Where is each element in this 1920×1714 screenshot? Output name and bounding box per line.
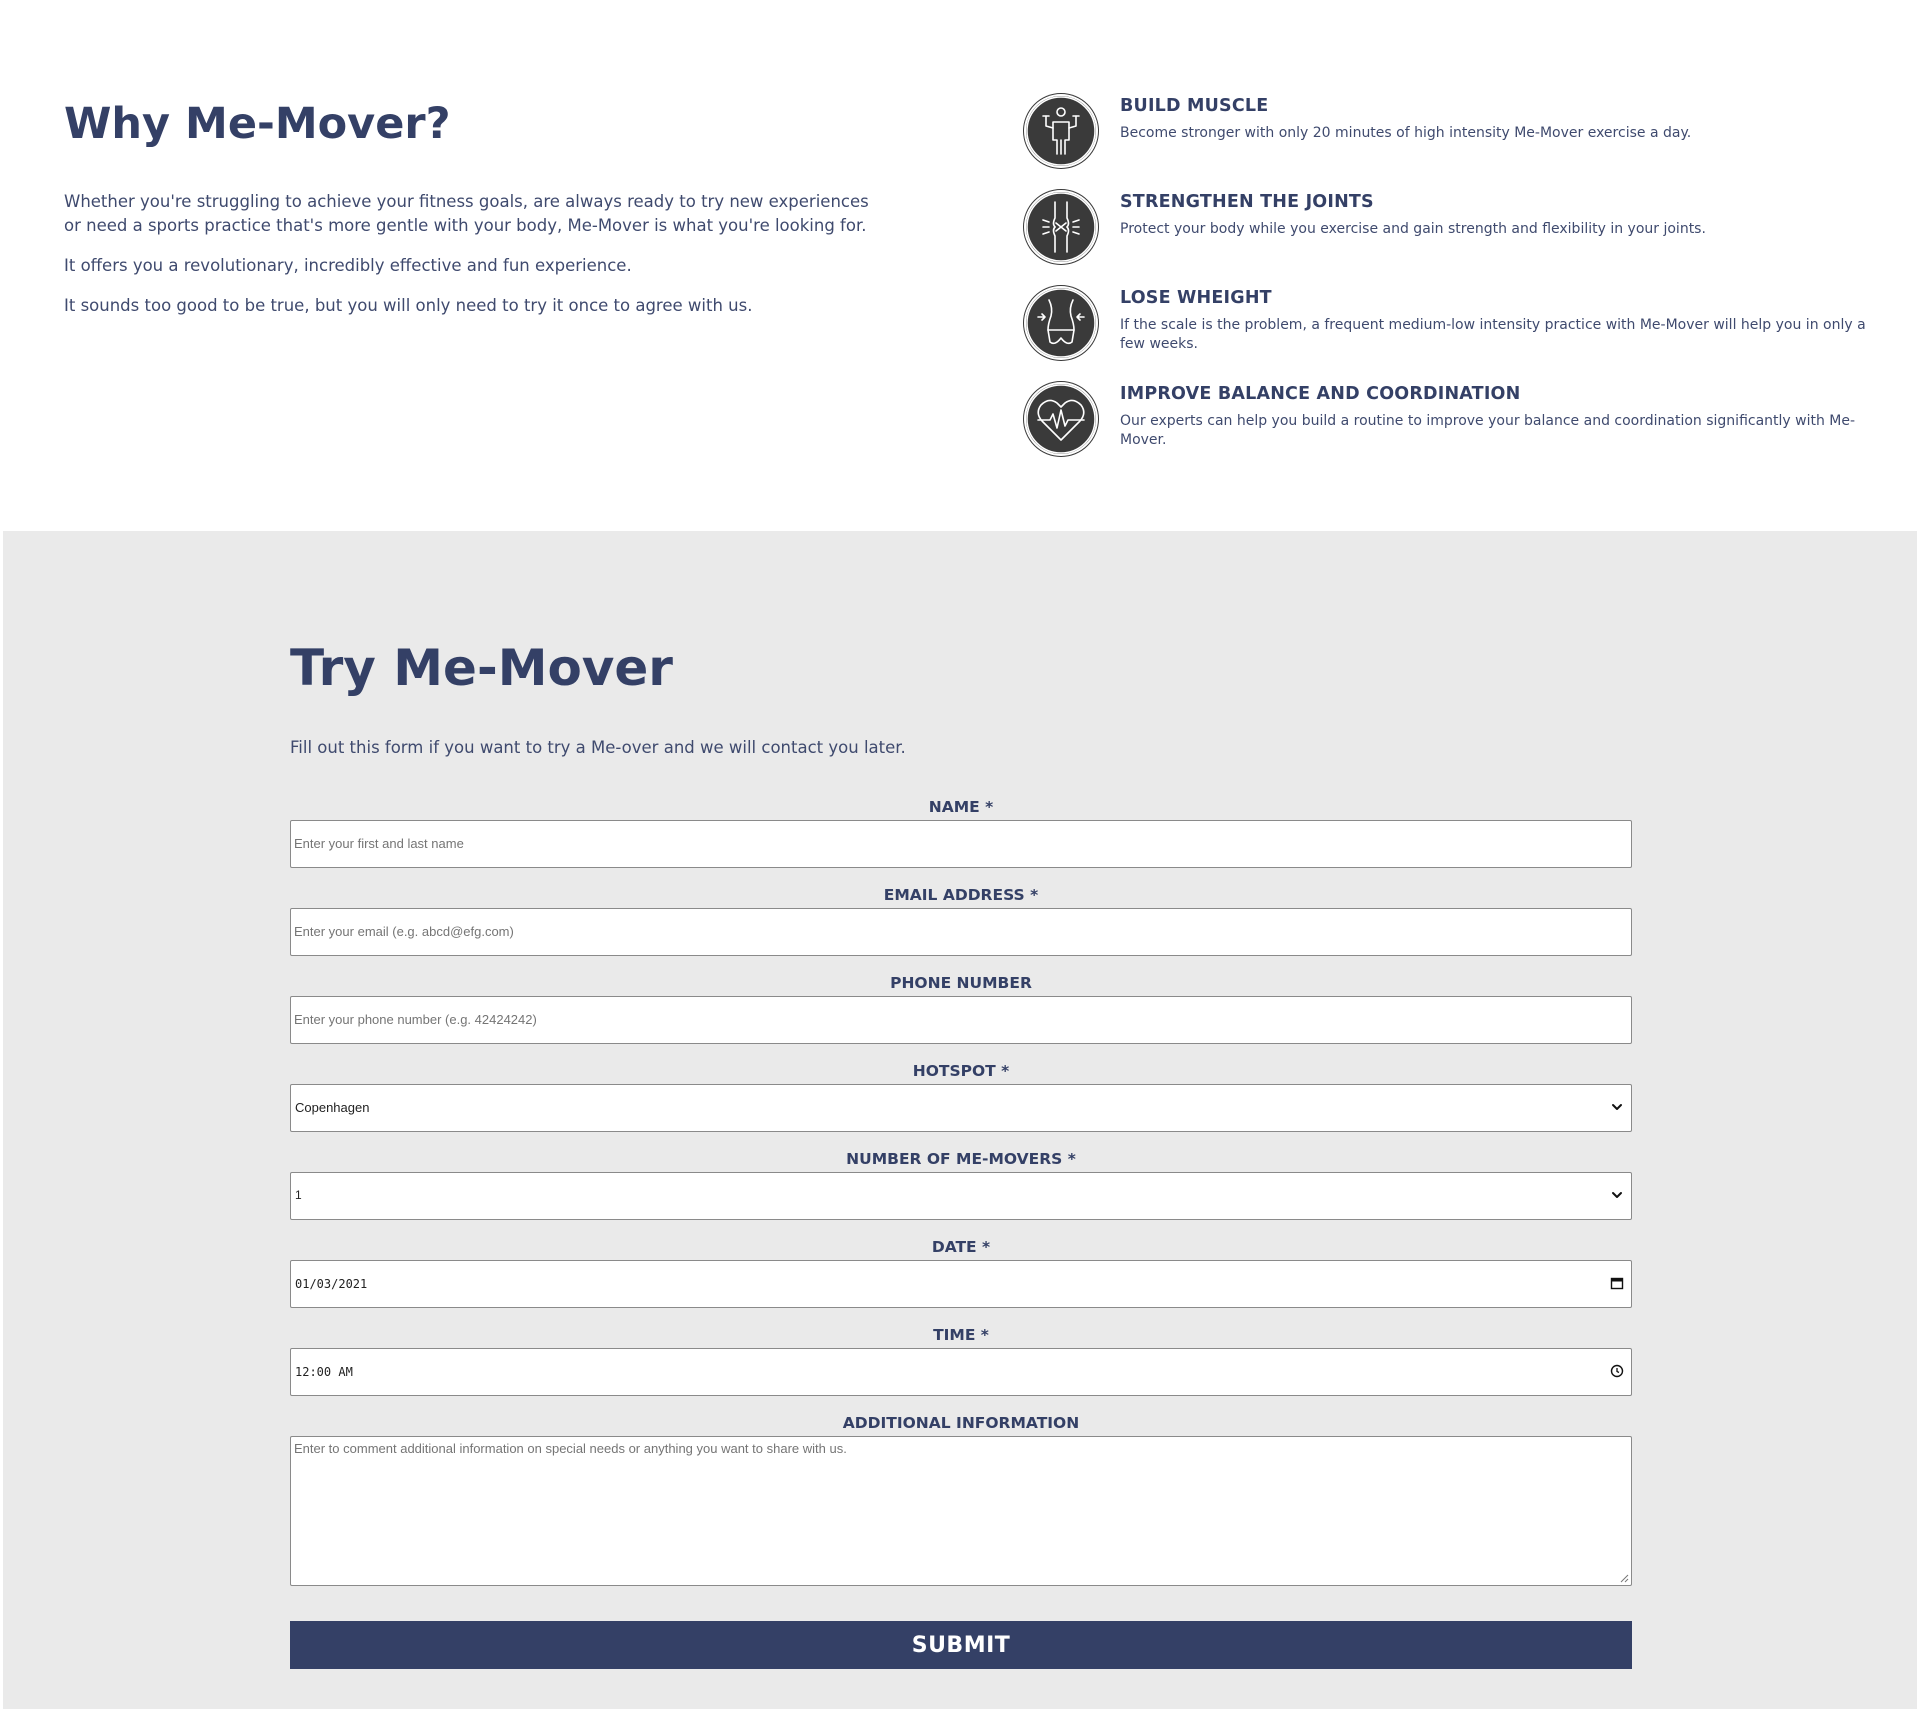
heart-pulse-icon: [1024, 382, 1098, 456]
feature-item: IMPROVE BALANCE AND COORDINATION Our exp…: [1024, 382, 1884, 478]
email-input[interactable]: Enter your email (e.g. abcd@efg.com): [290, 908, 1632, 956]
feature-item: LOSE WHEIGHT If the scale is the problem…: [1024, 286, 1884, 382]
feature-item: STRENGTHEN THE JOINTS Protect your body …: [1024, 190, 1884, 286]
feature-description: If the scale is the problem, a frequent …: [1120, 317, 1866, 352]
name-placeholder: Enter your first and last name: [294, 836, 464, 851]
submit-button[interactable]: SUBMIT: [290, 1621, 1632, 1669]
info-textarea[interactable]: Enter to comment additional information …: [290, 1436, 1632, 1586]
why-section: Why Me-Mover? Whether you're struggling …: [0, 0, 1920, 530]
date-label: DATE *: [931, 1238, 991, 1256]
info-label: ADDITIONAL INFORMATION: [842, 1414, 1080, 1432]
feature-title: BUILD MUSCLE: [1120, 96, 1269, 116]
joint-icon: [1024, 190, 1098, 264]
feature-item: BUILD MUSCLE Become stronger with only 2…: [1024, 94, 1884, 190]
email-placeholder: Enter your email (e.g. abcd@efg.com): [294, 924, 514, 939]
feature-title: LOSE WHEIGHT: [1120, 288, 1272, 308]
chevron-down-icon: [1612, 1104, 1622, 1110]
form-title: Try Me-Mover: [290, 639, 673, 697]
email-label: EMAIL ADDRESS *: [883, 886, 1039, 904]
name-label: NAME *: [928, 798, 994, 816]
date-value: 01/03/2021: [295, 1277, 368, 1291]
feature-title: IMPROVE BALANCE AND COORDINATION: [1120, 384, 1521, 404]
time-label: TIME *: [933, 1326, 989, 1344]
feature-description: Protect your body while you exercise and…: [1120, 221, 1706, 237]
feature-title: STRENGTHEN THE JOINTS: [1120, 192, 1374, 212]
why-paragraph: Whether you're struggling to achieve you…: [64, 192, 869, 235]
count-select[interactable]: 1: [290, 1172, 1632, 1220]
phone-placeholder: Enter your phone number (e.g. 42424242): [294, 1012, 537, 1027]
why-description: Whether you're struggling to achieve you…: [64, 190, 884, 334]
count-value: 1: [295, 1188, 302, 1202]
name-input[interactable]: Enter your first and last name: [290, 820, 1632, 868]
waist-icon: [1024, 286, 1098, 360]
form-intro: Fill out this form if you want to try a …: [290, 738, 906, 757]
time-input[interactable]: 12:00 AM: [290, 1348, 1632, 1396]
muscle-icon: [1024, 94, 1098, 168]
features-list: BUILD MUSCLE Become stronger with only 2…: [1024, 94, 1884, 478]
phone-label: PHONE NUMBER: [890, 974, 1032, 992]
feature-description: Our experts can help you build a routine…: [1120, 413, 1856, 448]
chevron-down-icon: [1612, 1192, 1622, 1198]
count-label: NUMBER OF ME-MOVERS *: [846, 1150, 1076, 1168]
hotspot-label: HOTSPOT *: [912, 1062, 1010, 1080]
hotspot-select[interactable]: Copenhagen: [290, 1084, 1632, 1132]
why-paragraph: It offers you a revolutionary, incredibl…: [64, 256, 632, 275]
feature-description: Become stronger with only 20 minutes of …: [1120, 125, 1692, 141]
resize-handle-icon[interactable]: [1619, 1573, 1629, 1583]
try-section: Try Me-Mover Fill out this form if you w…: [3, 531, 1917, 1709]
why-paragraph: It sounds too good to be true, but you w…: [64, 296, 753, 315]
date-input[interactable]: 01/03/2021: [290, 1260, 1632, 1308]
calendar-icon[interactable]: [1609, 1275, 1625, 1291]
why-title: Why Me-Mover?: [64, 99, 451, 149]
info-placeholder: Enter to comment additional information …: [294, 1441, 847, 1456]
time-value: 12:00 AM: [295, 1365, 353, 1379]
hotspot-value: Copenhagen: [295, 1100, 370, 1115]
phone-input[interactable]: Enter your phone number (e.g. 42424242): [290, 996, 1632, 1044]
clock-icon[interactable]: [1609, 1363, 1625, 1379]
